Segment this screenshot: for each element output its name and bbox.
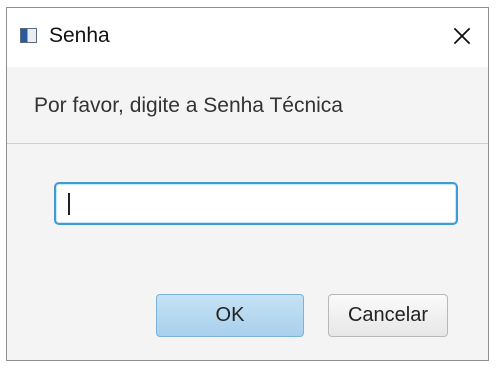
text-cursor <box>68 193 70 215</box>
password-prompt: Por favor, digite a Senha Técnica <box>34 94 343 117</box>
window-title: Senha <box>49 24 110 47</box>
ok-button[interactable]: OK <box>156 294 304 337</box>
window-app-icon <box>20 28 37 43</box>
password-dialog: Senha Por favor, digite a Senha Técnica … <box>6 7 489 361</box>
dialog-header: Por favor, digite a Senha Técnica <box>7 67 488 144</box>
cancel-button[interactable]: Cancelar <box>328 294 448 337</box>
close-button[interactable] <box>440 14 484 58</box>
dialog-content: OK Cancelar <box>7 144 488 360</box>
close-icon <box>453 27 471 45</box>
title-bar: Senha <box>7 8 488 67</box>
password-input[interactable] <box>54 182 458 225</box>
